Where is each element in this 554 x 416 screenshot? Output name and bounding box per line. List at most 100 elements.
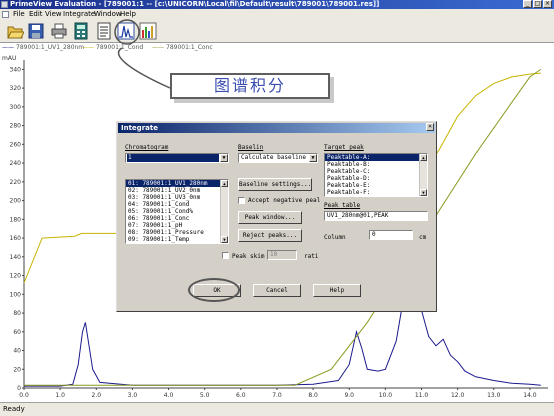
target-peak-item[interactable]: Peaktable-E: bbox=[325, 182, 427, 189]
maximize-button[interactable]: □ bbox=[533, 0, 542, 8]
x-tick-label: 6.0 bbox=[236, 392, 246, 399]
legend-uv: 789001:1_UV1_280nm bbox=[16, 44, 85, 51]
peak-skim-ratio-input[interactable]: 10 bbox=[267, 250, 297, 260]
notes-icon[interactable] bbox=[95, 22, 113, 40]
title-bar: PrimeView Evaluation - [789001:1 -- [c:\… bbox=[0, 0, 554, 9]
status-text: Ready bbox=[3, 405, 25, 413]
ratio-label: rati bbox=[304, 253, 319, 260]
column-unit: cm bbox=[419, 234, 427, 241]
y-tick-label: 280 bbox=[10, 123, 22, 130]
x-tick-label: 14.0 bbox=[523, 392, 537, 399]
chevron-down-icon[interactable]: ▼ bbox=[309, 154, 317, 162]
x-tick-label: 3.0 bbox=[128, 392, 138, 399]
curve-list-item[interactable]: 05: 789001:1_Cond% bbox=[126, 208, 228, 215]
curve-list-item[interactable]: 01: 789001:1_UV1_280nm bbox=[126, 180, 228, 187]
legend-line-cond: —— bbox=[82, 44, 94, 51]
baseline-settings-button[interactable]: Baseline settings... bbox=[238, 178, 312, 191]
help-button[interactable]: Help bbox=[313, 284, 361, 297]
chromatogram-select[interactable]: 1 ▼ bbox=[125, 153, 229, 163]
y-axis-label: mAU bbox=[2, 55, 16, 62]
status-bar: Ready bbox=[0, 402, 554, 416]
ok-highlight-circle bbox=[188, 278, 240, 302]
scroll-up-icon[interactable]: ▲ bbox=[420, 154, 427, 161]
window-title: PrimeView Evaluation - [789001:1 -- [c:\… bbox=[10, 0, 380, 8]
y-tick-label: 160 bbox=[10, 235, 22, 242]
menu-edit[interactable]: Edit bbox=[29, 9, 43, 20]
app-icon bbox=[1, 1, 8, 8]
callout-connector bbox=[114, 19, 171, 89]
peak-window-button[interactable]: Peak window... bbox=[238, 211, 302, 224]
x-tick-label: 4.0 bbox=[164, 392, 174, 399]
reject-peaks-button[interactable]: Reject peaks... bbox=[238, 229, 302, 242]
target-peak-item[interactable]: Peaktable-B: bbox=[325, 161, 427, 168]
menu-view[interactable]: View bbox=[45, 9, 62, 20]
target-peak-item[interactable]: Peaktable-D: bbox=[325, 175, 427, 182]
target-peak-item[interactable]: Peaktable-C: bbox=[325, 168, 427, 175]
peak-table-input[interactable]: UV1_280nm@01,PEAK bbox=[324, 211, 428, 221]
toolbar bbox=[0, 20, 554, 43]
target-peak-list[interactable]: Peaktable-A: Peaktable-B: Peaktable-C: Peak… bbox=[324, 153, 428, 197]
scroll-down-icon[interactable]: ▼ bbox=[221, 236, 228, 243]
y-tick-label: 100 bbox=[10, 291, 22, 298]
x-tick-label: 9.0 bbox=[344, 392, 354, 399]
x-tick-label: 7.0 bbox=[272, 392, 282, 399]
y-tick-label: 240 bbox=[10, 160, 22, 167]
chevron-down-icon[interactable]: ▼ bbox=[220, 154, 228, 162]
minimize-button[interactable]: _ bbox=[523, 0, 532, 8]
dialog-close-button[interactable]: × bbox=[426, 123, 434, 131]
column-input[interactable]: 0 bbox=[369, 230, 413, 240]
y-tick-label: 40 bbox=[13, 348, 21, 355]
menu-file[interactable]: File bbox=[13, 9, 25, 20]
target-peak-item[interactable]: Peaktable-F: bbox=[325, 189, 427, 196]
menu-bar: File Edit View Integrate Window Help bbox=[0, 9, 554, 20]
curve-list-item[interactable]: 06: 789001:1_Conc bbox=[126, 215, 228, 222]
x-tick-label: 10.0 bbox=[379, 392, 393, 399]
peak-skim-checkbox[interactable] bbox=[222, 252, 229, 259]
target-peak-scrollbar[interactable]: ▲ ▼ bbox=[419, 154, 427, 196]
baseline-select[interactable]: Calculate baseline ▼ bbox=[238, 153, 318, 163]
curve-list-item[interactable]: 07: 789001:1_pH bbox=[126, 222, 228, 229]
peak-table-label: Peak table bbox=[324, 202, 361, 209]
curve-list-scrollbar[interactable]: ▲ ▼ bbox=[220, 180, 228, 243]
x-tick-label: 8.0 bbox=[308, 392, 318, 399]
open-folder-icon[interactable] bbox=[6, 22, 24, 40]
y-tick-label: 260 bbox=[10, 141, 22, 148]
document-icon bbox=[2, 11, 9, 18]
menu-window[interactable]: Window bbox=[94, 9, 122, 20]
curve-list-item[interactable]: 03: 789001:1_UV3_0nm bbox=[126, 194, 228, 201]
y-tick-label: 80 bbox=[13, 310, 21, 317]
target-peak-label: Target peak bbox=[324, 144, 364, 151]
cancel-button[interactable]: Cancel bbox=[253, 284, 301, 297]
scroll-down-icon[interactable]: ▼ bbox=[420, 189, 427, 196]
curve-legend: —— 789001:1_UV1_280nm —— 789001:1_Cond —… bbox=[0, 43, 554, 52]
save-icon[interactable] bbox=[27, 22, 45, 40]
print-icon[interactable] bbox=[50, 22, 68, 40]
report-colors-icon[interactable] bbox=[139, 22, 157, 40]
x-tick-label: 11.0 bbox=[415, 392, 429, 399]
chromatogram-label: Chromatogram bbox=[125, 144, 169, 151]
curve-list-item[interactable]: 08: 789001:1_Pressure bbox=[126, 229, 228, 236]
menu-integrate[interactable]: Integrate bbox=[63, 9, 95, 20]
curve-list-item[interactable]: 02: 789001:1_UV2_0nm bbox=[126, 187, 228, 194]
callout-annotation: 图谱积分 bbox=[170, 73, 330, 99]
x-tick-label: 0.0 bbox=[19, 392, 29, 399]
accept-negative-checkbox[interactable] bbox=[238, 197, 245, 204]
y-tick-label: 20 bbox=[13, 366, 21, 373]
integrate-peak-icon[interactable] bbox=[117, 22, 135, 40]
close-button[interactable]: × bbox=[543, 0, 552, 8]
target-peak-item[interactable]: Peaktable-A: bbox=[325, 154, 427, 161]
curve-list-item[interactable]: 09: 789001:1_Temp bbox=[126, 236, 228, 243]
legend-line-uv: —— bbox=[2, 44, 14, 51]
column-label: Column bbox=[324, 234, 346, 241]
accept-negative-label: Accept negative peal bbox=[248, 197, 321, 204]
calculator-icon[interactable] bbox=[72, 22, 90, 40]
menu-help[interactable]: Help bbox=[120, 9, 136, 20]
scroll-up-icon[interactable]: ▲ bbox=[221, 180, 228, 187]
y-tick-label: 180 bbox=[10, 216, 22, 223]
integrate-dialog: Integrate × Chromatogram 1 ▼ 01: 789001:… bbox=[116, 121, 437, 312]
x-tick-label: 13.0 bbox=[487, 392, 501, 399]
curve-list[interactable]: 01: 789001:1_UV1_280nm 02: 789001:1_UV2_0… bbox=[125, 179, 229, 244]
y-tick-label: 60 bbox=[13, 329, 21, 336]
curve-list-item[interactable]: 04: 789001:1_Cond bbox=[126, 201, 228, 208]
y-tick-label: 0 bbox=[17, 385, 21, 392]
